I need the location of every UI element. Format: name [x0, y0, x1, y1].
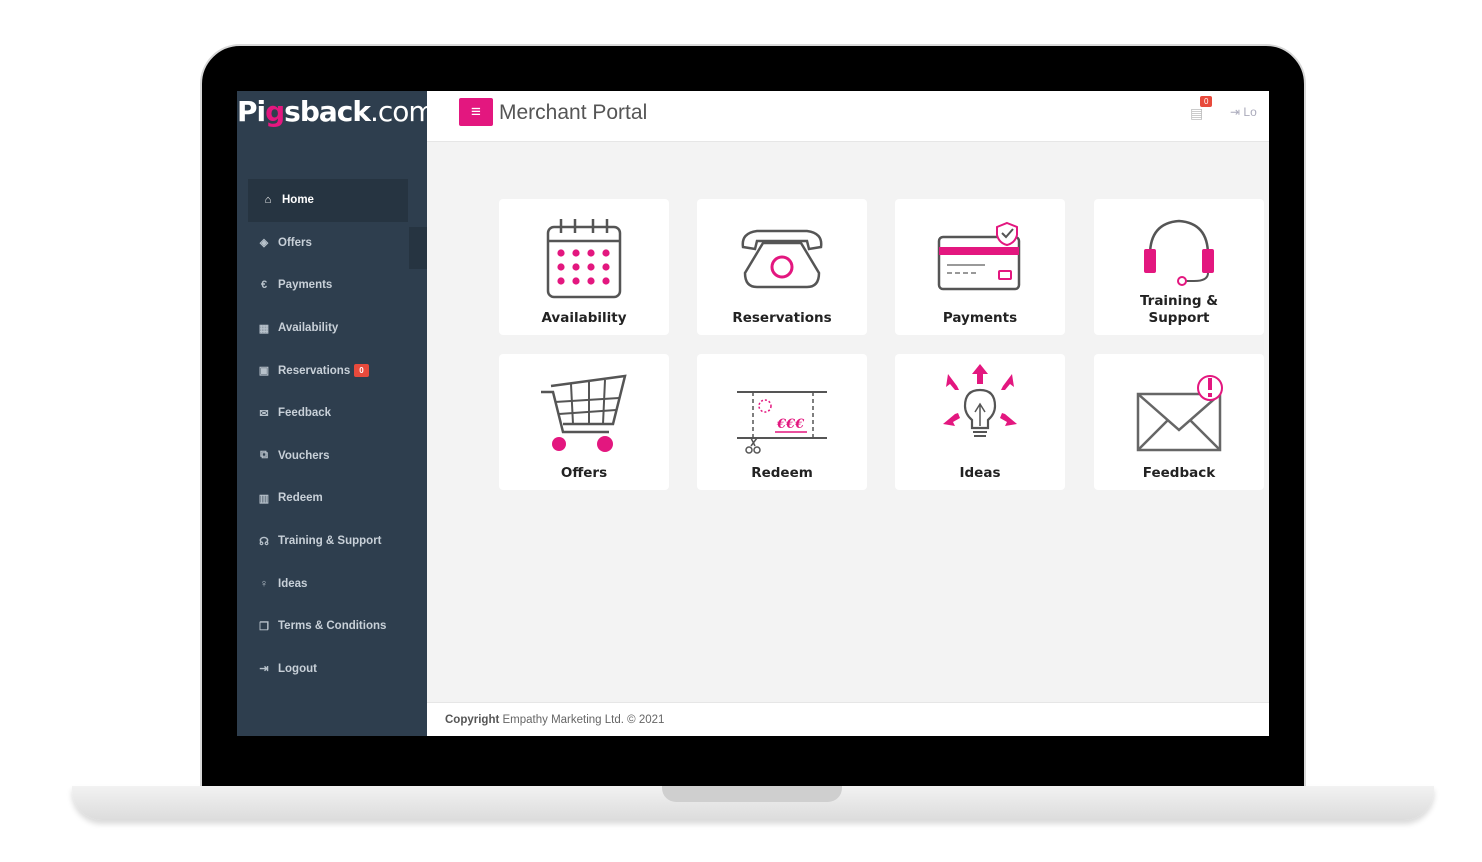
sidebar-item-payments[interactable]: € Payments: [237, 264, 427, 307]
credit-card-icon: [937, 221, 1021, 291]
sidebar-item-training-support[interactable]: ☊ Training & Support: [237, 520, 427, 563]
tile-training-support[interactable]: Training & Support: [1094, 199, 1264, 335]
shopping-cart-icon: [541, 374, 627, 452]
barcode-icon: ▥: [258, 492, 270, 505]
sidebar-item-label: Logout: [278, 662, 317, 675]
tile-label: Training & Support: [1094, 293, 1264, 327]
logo-text-g: g: [265, 95, 285, 128]
envelope-alert-icon: [1136, 375, 1223, 452]
tile-label: Feedback: [1142, 465, 1216, 481]
logout-label: Lo: [1243, 105, 1257, 119]
copyright-text: Copyright Empathy Marketing Ltd. © 2021: [445, 714, 664, 726]
reservations-count-badge: 0: [354, 364, 369, 378]
logo-text-pi: Pi: [237, 95, 266, 128]
euro-icon: €: [260, 279, 268, 292]
copyright-label: Copyright: [445, 714, 500, 726]
sidebar-item-vouchers[interactable]: ⧉ Vouchers: [237, 435, 427, 478]
sidebar-item-label: Training & Support: [278, 535, 382, 548]
tile-availability[interactable]: Availability: [499, 199, 669, 335]
lightbulb-arrows-icon: [943, 364, 1017, 437]
sidebar-item-label: Vouchers: [278, 449, 330, 462]
sidebar-item-ideas[interactable]: ♀ Ideas: [237, 562, 427, 605]
sidebar-item-label: Availability: [278, 322, 339, 335]
sidebar-item-label: Ideas: [278, 577, 308, 590]
tile-redeem[interactable]: €€€ Redeem: [697, 354, 867, 490]
sidebar-item-label: Home: [282, 194, 314, 207]
tile-feedback[interactable]: Feedback: [1094, 354, 1264, 490]
voucher-icon: ⧉: [260, 449, 268, 462]
menu-toggle-button[interactable]: ≡: [459, 98, 493, 126]
sidebar-item-home[interactable]: ⌂ Home: [248, 179, 408, 222]
sidebar-item-label: Reservations: [278, 364, 351, 377]
brand-logo[interactable]: Pigsback.com: [237, 95, 436, 139]
envelope-icon: ✉: [259, 407, 269, 420]
sign-out-icon: ⇥: [1230, 105, 1244, 119]
sidebar-item-label: Redeem: [278, 492, 323, 505]
sidebar-item-reservations[interactable]: ▣ Reservations 0: [237, 349, 427, 392]
headset-icon: [1144, 219, 1214, 286]
svg-text:€€€: €€€: [776, 417, 805, 432]
cart-icon[interactable]: ▤: [1190, 105, 1203, 122]
tile-label: Reservations: [732, 310, 832, 326]
footer: Copyright Empathy Marketing Ltd. © 2021: [427, 702, 1269, 736]
calendar-icon: [546, 219, 622, 299]
sidebar-item-feedback[interactable]: ✉ Feedback: [237, 392, 427, 435]
sidebar: Pigsback.com ⌂ Home ◈ Offers € Payments …: [237, 91, 436, 736]
tile-label: Payments: [942, 310, 1018, 326]
copyright-owner: Empathy Marketing Ltd. © 2021: [499, 714, 665, 726]
cart-count-badge: 0: [1200, 96, 1213, 107]
page-title: Merchant Portal: [499, 101, 648, 124]
tile-ideas[interactable]: Ideas: [895, 354, 1065, 490]
telephone-icon: [741, 229, 823, 289]
logout-link[interactable]: ⇥ Lo: [1230, 105, 1257, 119]
calendar-plus-icon: ▣: [258, 365, 270, 378]
logo-text-sback: sback: [284, 95, 371, 128]
headphones-icon: ☊: [259, 535, 269, 548]
sidebar-item-label: Feedback: [278, 407, 332, 420]
tile-label-line-2: Support: [1148, 310, 1210, 326]
logo-text-dotcom: .com: [370, 95, 436, 128]
tile-reservations[interactable]: Reservations: [697, 199, 867, 335]
sidebar-item-terms[interactable]: ❐ Terms & Conditions: [237, 605, 427, 648]
screen: Pigsback.com ⌂ Home ◈ Offers € Payments …: [237, 91, 1269, 736]
copy-icon: ❐: [259, 620, 269, 633]
sidebar-nav: ⌂ Home ◈ Offers € Payments ▦ Availabilit…: [237, 179, 427, 690]
laptop-notch: [662, 786, 842, 802]
tile-offers[interactable]: Offers: [499, 354, 669, 490]
sidebar-item-label: Terms & Conditions: [278, 620, 387, 633]
sidebar-item-label: Offers: [278, 236, 312, 249]
tile-payments[interactable]: Payments: [895, 199, 1065, 335]
laptop-base: [72, 786, 1434, 820]
home-icon: ⌂: [264, 194, 272, 207]
sidebar-item-redeem[interactable]: ▥ Redeem: [237, 477, 427, 520]
tags-icon: ◈: [259, 237, 269, 250]
tile-label: Ideas: [959, 465, 1001, 481]
voucher-scissors-icon: €€€: [737, 391, 827, 454]
lightbulb-icon: ♀: [259, 577, 269, 590]
sidebar-item-label: Payments: [278, 279, 333, 292]
tile-label: Redeem: [751, 465, 813, 481]
tile-label-line-1: Training &: [1139, 293, 1219, 309]
tile-label: Offers: [560, 465, 608, 481]
sidebar-item-availability[interactable]: ▦ Availability: [237, 307, 427, 350]
hamburger-icon: ≡: [471, 102, 481, 121]
sidebar-item-logout[interactable]: ⇥ Logout: [237, 648, 427, 691]
tile-label: Availability: [541, 310, 627, 326]
sidebar-item-offers[interactable]: ◈ Offers: [237, 222, 427, 265]
calendar-icon: ▦: [258, 322, 270, 335]
topbar: ≡ Merchant Portal ▤ 0 ⇥ Lo: [427, 91, 1269, 142]
sign-out-icon: ⇥: [259, 663, 269, 676]
